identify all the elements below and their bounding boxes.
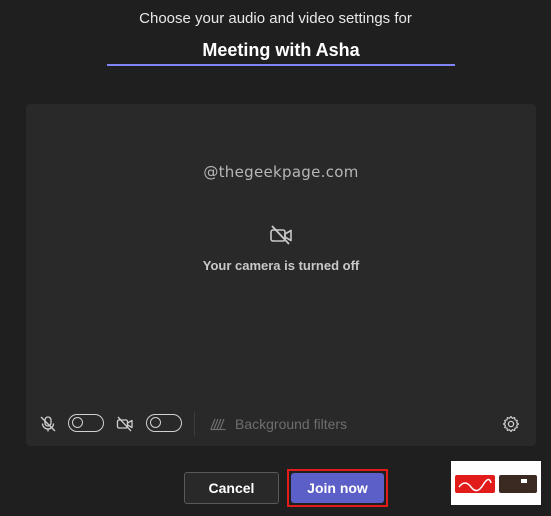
controls-divider xyxy=(194,412,195,436)
site-logo xyxy=(451,461,541,505)
background-filters-icon xyxy=(210,418,226,431)
microphone-toggle[interactable] xyxy=(68,414,104,432)
camera-off-icon xyxy=(270,225,292,245)
camera-toggle[interactable] xyxy=(146,414,182,432)
microphone-off-icon xyxy=(40,416,56,432)
camera-status-text: Your camera is turned off xyxy=(202,258,360,273)
background-filters-button[interactable]: Background filters xyxy=(235,416,347,432)
watermark-text: @thegeekpage.com xyxy=(203,163,359,181)
cancel-button[interactable]: Cancel xyxy=(184,472,279,504)
device-settings-gear-icon[interactable] xyxy=(502,415,520,433)
settings-prompt: Choose your audio and video settings for xyxy=(139,10,412,27)
device-controls-bar: Background filters xyxy=(26,406,536,442)
microphone-toggle-knob xyxy=(72,417,83,428)
join-now-button[interactable]: Join now xyxy=(291,473,384,503)
meeting-title-field[interactable]: Meeting with Asha xyxy=(107,36,455,66)
camera-toggle-knob xyxy=(150,417,161,428)
camera-off-small-icon xyxy=(116,416,133,432)
video-preview: @thegeekpage.com Your camera is turned o… xyxy=(26,104,536,446)
